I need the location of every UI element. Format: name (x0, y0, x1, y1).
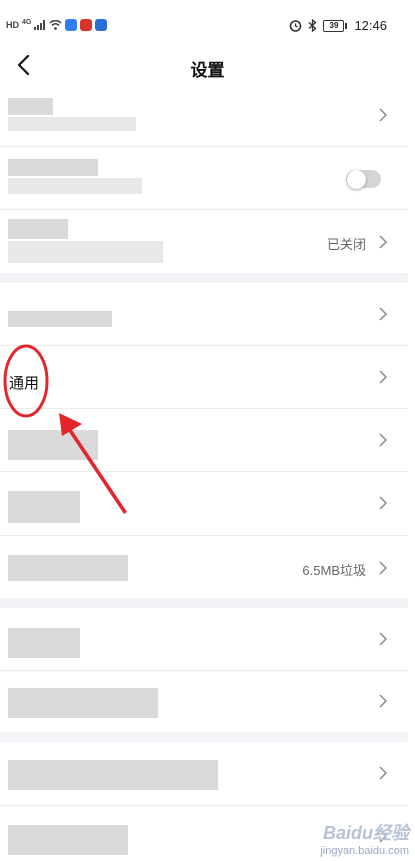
status-left: HD 4G (6, 19, 108, 31)
settings-row-3[interactable]: 已关闭 (0, 209, 408, 273)
blurred-label (8, 555, 128, 581)
blurred-label (8, 688, 158, 718)
section-divider (0, 598, 408, 608)
chevron-right-icon (379, 694, 388, 708)
chevron-right-icon (379, 632, 388, 646)
network-type: HD (6, 20, 19, 30)
status-right: 39 12:46 (289, 18, 387, 33)
settings-row-9[interactable] (0, 608, 408, 671)
settings-row-general[interactable]: 通用 (0, 345, 408, 409)
toggle-knob (347, 170, 366, 189)
toggle-switch[interactable] (346, 170, 381, 189)
settings-row-7[interactable] (0, 471, 408, 536)
row-status-value: 已关闭 (326, 237, 366, 252)
settings-row-6[interactable] (0, 408, 408, 472)
settings-row-11[interactable] (0, 742, 408, 806)
cache-size-value: 6.5MB垃圾 (302, 563, 366, 578)
blurred-label (8, 760, 218, 790)
settings-row-cache[interactable]: 6.5MB垃圾 (0, 535, 408, 598)
chevron-right-icon (379, 235, 388, 249)
settings-row-1[interactable] (0, 84, 408, 147)
blurred-sublabel (8, 178, 142, 194)
chevron-right-icon (379, 370, 388, 384)
bluetooth-icon (309, 19, 317, 32)
blurred-label (8, 430, 98, 460)
section-divider (0, 273, 408, 283)
blurred-label (8, 311, 112, 327)
wifi-icon (49, 20, 62, 30)
blurred-label (8, 98, 53, 115)
page-title: 设置 (190, 61, 225, 80)
settings-row-4[interactable] (0, 283, 408, 346)
settings-row-2[interactable] (0, 146, 408, 210)
signal-icon (34, 20, 46, 30)
alarm-icon (290, 20, 302, 32)
blurred-label (8, 159, 98, 176)
chevron-right-icon (379, 108, 388, 122)
section-divider (0, 732, 408, 742)
blurred-sublabel (8, 241, 163, 263)
general-label: 通用 (9, 375, 40, 392)
header: 设置 (0, 50, 415, 84)
blurred-label (8, 491, 80, 523)
watermark: Baidu经验 jingyan.baidu.com (320, 819, 409, 857)
status-bar: HD 4G 39 12:46 (0, 0, 415, 52)
blurred-label (8, 628, 80, 658)
battery-icon: 39 (323, 19, 348, 32)
watermark-url: jingyan.baidu.com (320, 845, 409, 857)
settings-row-10[interactable] (0, 670, 408, 732)
chevron-right-icon (379, 496, 388, 510)
clock: 12:46 (354, 18, 387, 33)
news-app-icon (80, 19, 93, 31)
chevron-right-icon (379, 433, 388, 447)
blurred-label (8, 219, 68, 239)
chevron-right-icon (379, 307, 388, 321)
chevron-right-icon (379, 766, 388, 780)
signal-label: 4G (22, 19, 32, 26)
blurred-label (8, 825, 128, 855)
watermark-brand: Baidu经验 (322, 823, 409, 843)
blurred-sublabel (8, 117, 136, 131)
shield-app-icon (95, 19, 108, 31)
app-notification-icon (65, 19, 78, 31)
chevron-right-icon (379, 561, 388, 575)
